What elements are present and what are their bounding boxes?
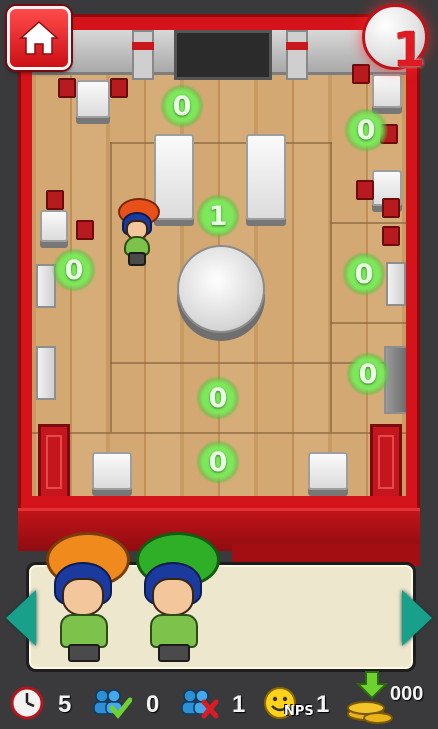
floor-line [110, 142, 112, 432]
zone-count-badge[interactable]: 1 [196, 194, 240, 238]
floor-line [330, 322, 406, 324]
nps-value: 1 [316, 691, 330, 718]
floor-line [330, 222, 406, 224]
nps-label: NPS [284, 704, 314, 719]
served-stat [90, 686, 133, 725]
served-value: 0 [146, 691, 160, 718]
side-table[interactable] [386, 262, 406, 306]
wall-pillar [132, 30, 154, 80]
chair [58, 78, 76, 98]
guest-face [152, 578, 194, 616]
dining-table[interactable] [76, 80, 110, 118]
dining-table[interactable] [92, 452, 132, 490]
home-icon [19, 20, 59, 55]
dining-table[interactable] [308, 452, 348, 490]
coins-value: 000 [390, 683, 424, 705]
floor-line [330, 142, 332, 432]
room-guest[interactable] [114, 198, 160, 266]
level-number: 1 [392, 22, 426, 78]
zone-count-badge[interactable]: 0 [160, 84, 204, 128]
chair [352, 64, 370, 84]
floor-line [32, 432, 406, 434]
lost-stat [178, 686, 220, 725]
wall-pillar [286, 30, 308, 80]
entrance-door-left [38, 424, 70, 496]
side-table[interactable] [36, 346, 56, 400]
queue-guest[interactable] [130, 532, 220, 662]
clock-icon [10, 686, 44, 720]
guest-legs [68, 644, 100, 662]
round-table[interactable] [177, 245, 265, 333]
people-x-icon [181, 689, 219, 719]
chair [46, 190, 64, 210]
zone-count-badge[interactable]: 0 [196, 376, 240, 420]
prev-arrow-button[interactable] [6, 590, 36, 646]
timer-stat [10, 686, 44, 725]
guest-body [150, 614, 198, 648]
entrance-door-right [370, 424, 402, 496]
home-button[interactable] [7, 6, 71, 70]
zone-count-badge[interactable]: 0 [344, 108, 388, 152]
dining-table[interactable] [154, 134, 194, 220]
zone-count-badge[interactable]: 0 [196, 440, 240, 484]
dining-table[interactable] [246, 134, 286, 220]
zone-count-badge[interactable]: 0 [346, 352, 390, 396]
coins-arrow-icon [347, 671, 393, 724]
guest-body [60, 614, 108, 648]
next-arrow-button[interactable] [402, 590, 432, 646]
floor-line [110, 142, 332, 144]
coins-stat [344, 670, 394, 729]
guest-legs [128, 252, 146, 266]
guest-face [62, 578, 104, 616]
lost-value: 1 [232, 691, 246, 718]
dining-table[interactable] [372, 74, 402, 108]
timer-value: 5 [58, 691, 72, 718]
chair [382, 198, 400, 218]
chair [382, 226, 400, 246]
queue-guest[interactable] [40, 532, 130, 662]
back-window [174, 30, 272, 80]
people-check-icon [93, 689, 133, 719]
dining-table[interactable] [40, 210, 68, 242]
chair [356, 180, 374, 200]
chair [110, 78, 128, 98]
zone-count-badge[interactable]: 0 [52, 248, 96, 292]
chair [76, 220, 94, 240]
guest-legs [158, 644, 190, 662]
zone-count-badge[interactable]: 0 [342, 252, 386, 296]
